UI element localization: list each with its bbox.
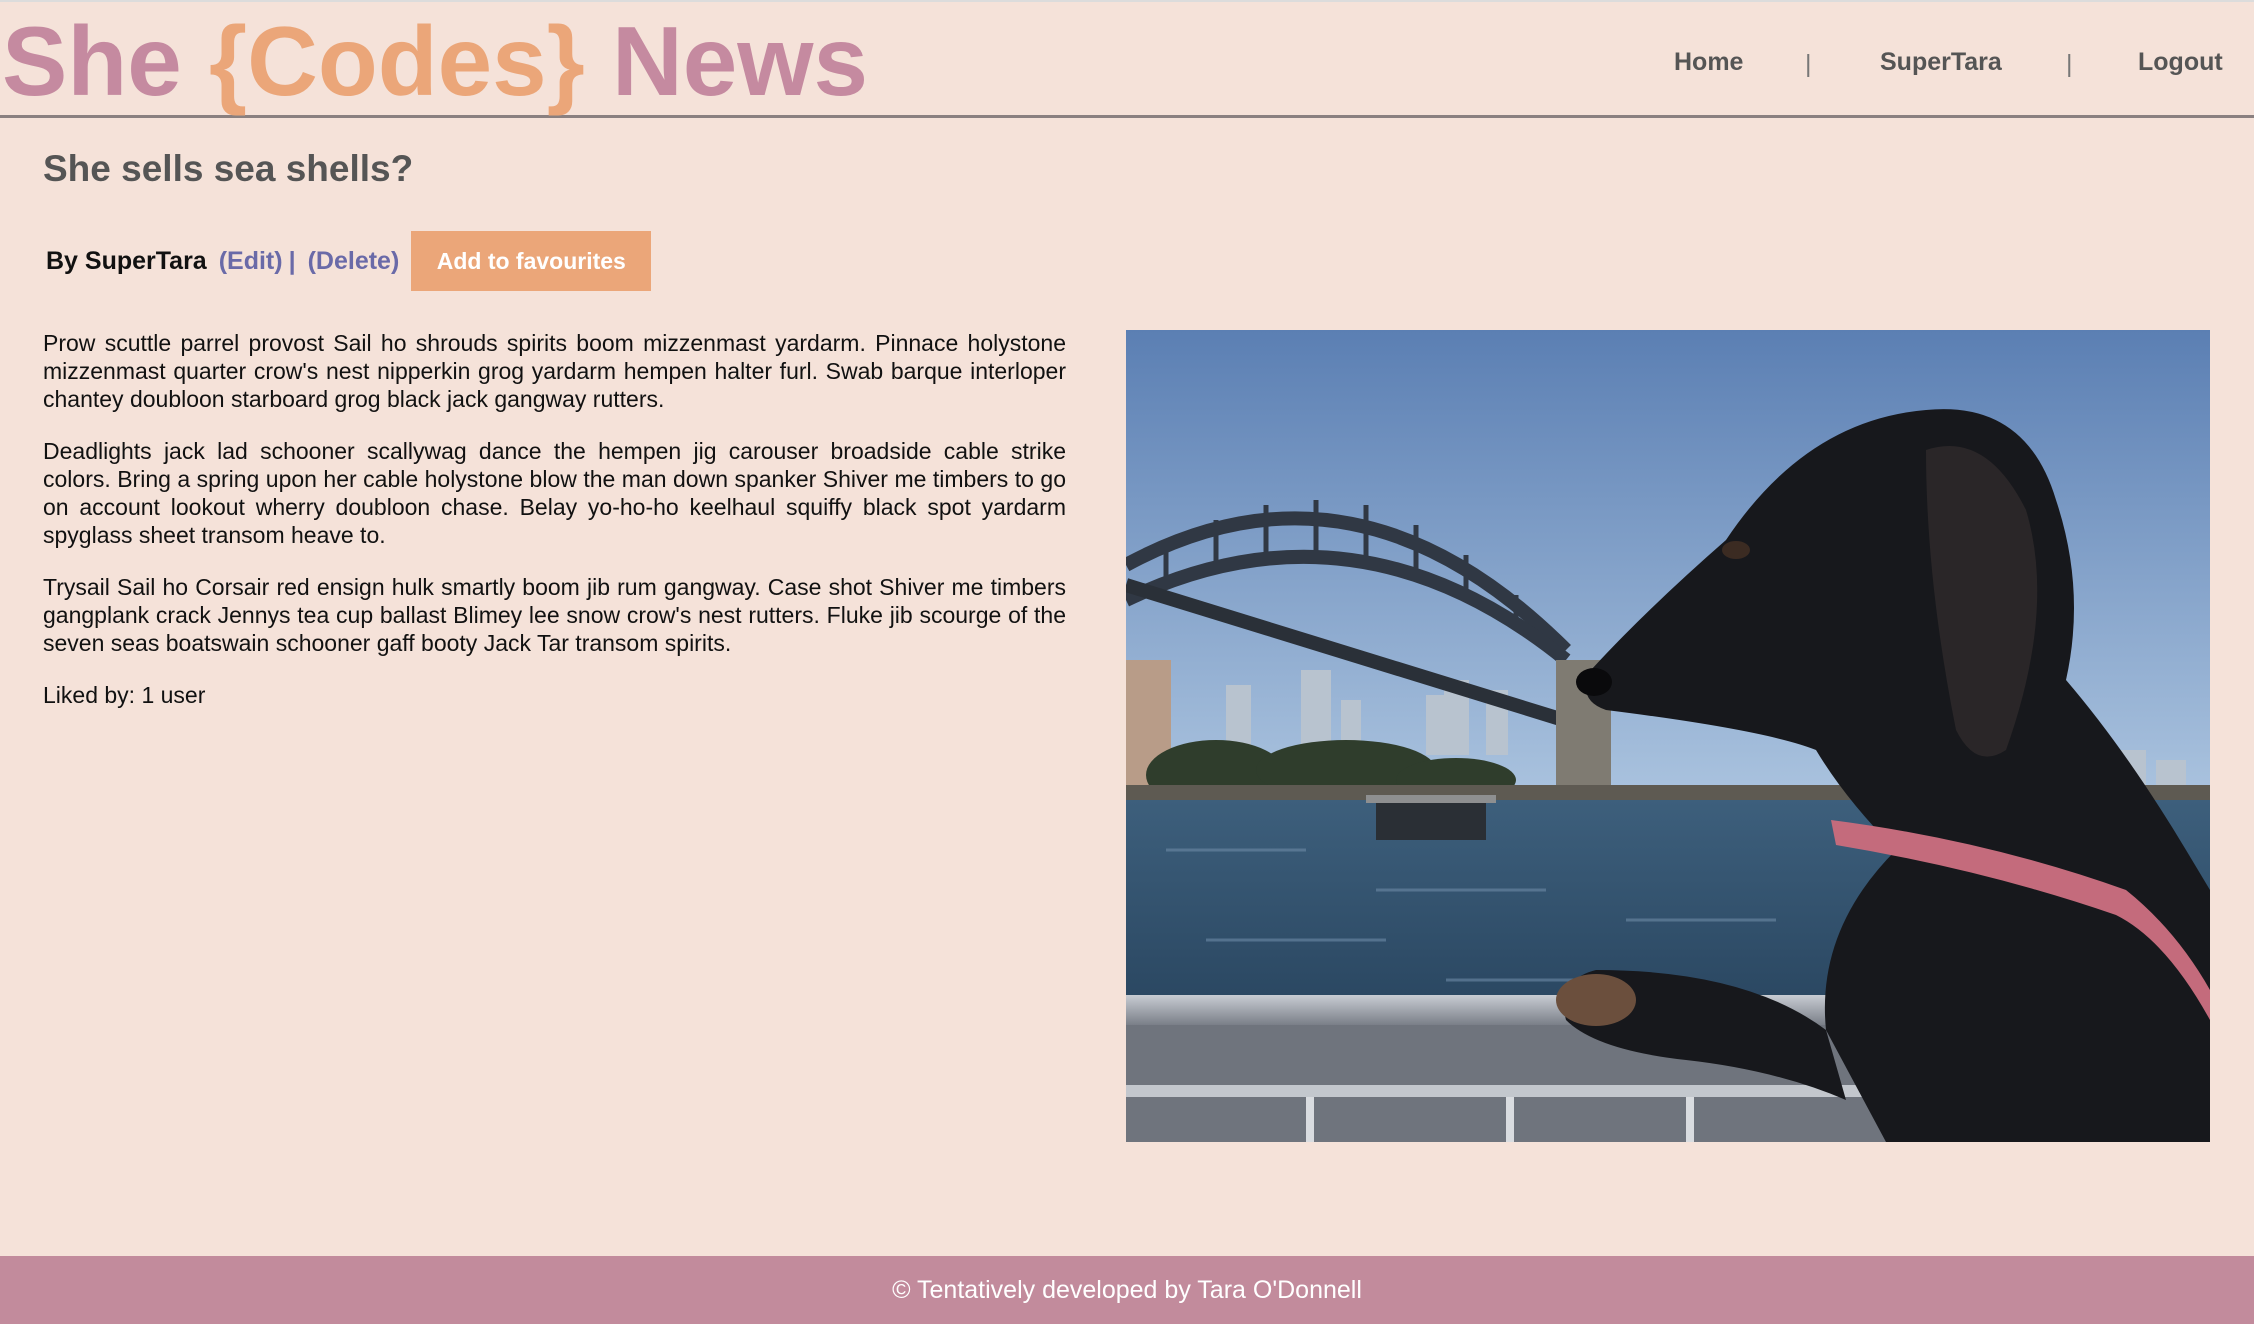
logo-she: She <box>2 6 209 116</box>
likes-count: Liked by: 1 user <box>43 682 206 708</box>
nav-logout-link[interactable]: Logout <box>2138 48 2223 77</box>
logo-codes: {Codes} <box>208 6 585 116</box>
logo-news: News <box>584 6 868 116</box>
footer-credit: © Tentatively developed by Tara O'Donnel… <box>892 1275 1362 1304</box>
article-image <box>1126 330 2210 1142</box>
nav-user-link[interactable]: SuperTara <box>1880 48 2002 77</box>
edit-link[interactable]: (Edit) <box>219 247 283 276</box>
article-body: Prow scuttle parrel provost Sail ho shro… <box>43 329 1066 733</box>
add-to-favourites-button[interactable]: Add to favourites <box>411 231 652 291</box>
dog-harbour-bridge-photo <box>1126 330 2210 1142</box>
nav-home-link[interactable]: Home <box>1674 48 1743 77</box>
nav-separator: | <box>1805 50 1812 78</box>
article-paragraph: Prow scuttle parrel provost Sail ho shro… <box>43 330 1066 412</box>
nav-separator: | <box>2066 50 2073 78</box>
article-paragraph: Trysail Sail ho Corsair red ensign hulk … <box>43 574 1066 656</box>
site-header: She {Codes} News Home | SuperTara | Logo… <box>0 0 2254 118</box>
article-paragraph: Deadlights jack lad schooner scallywag d… <box>43 438 1066 548</box>
site-logo[interactable]: She {Codes} News <box>2 6 868 116</box>
article-title: She sells sea shells? <box>43 148 414 189</box>
delete-link[interactable]: (Delete) <box>308 247 400 276</box>
site-footer: © Tentatively developed by Tara O'Donnel… <box>0 1256 2254 1324</box>
action-separator: | <box>288 246 296 275</box>
article-author: By SuperTara <box>46 246 207 275</box>
main-nav: Home | SuperTara | Logout <box>1454 2 2254 120</box>
article-byline: By SuperTara (Edit) | (Delete) Add to fa… <box>46 231 652 291</box>
